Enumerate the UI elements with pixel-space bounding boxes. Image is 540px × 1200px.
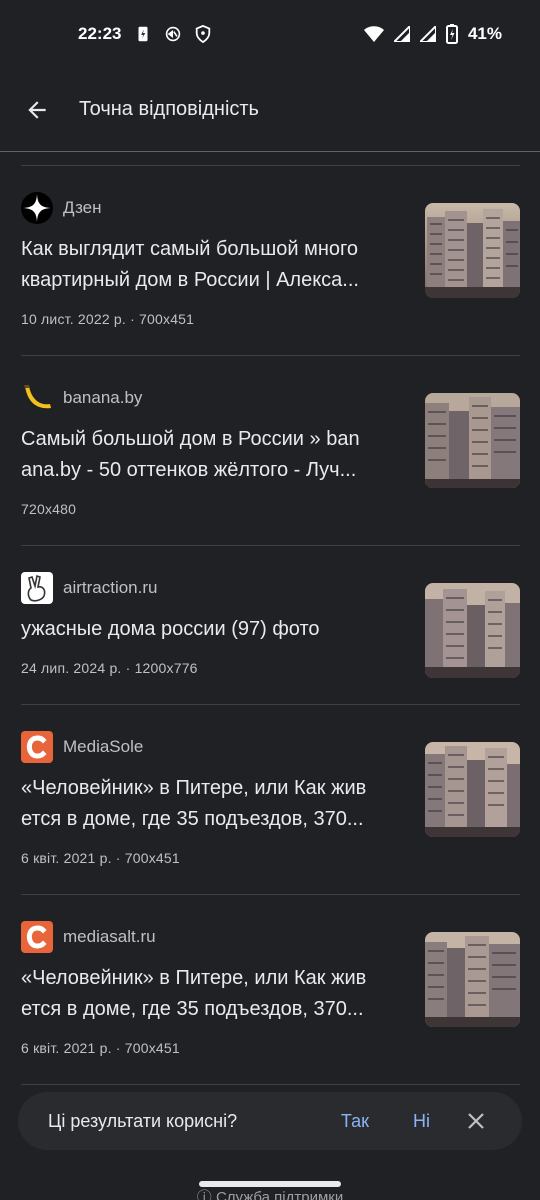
banana-icon xyxy=(21,382,53,414)
result-title[interactable]: ужасные дома россии (97) фото xyxy=(21,614,406,645)
close-button[interactable] xyxy=(464,1109,488,1133)
result-source: Дзен xyxy=(21,192,102,224)
result-meta: 10 лист. 2022 р. · 700x451 xyxy=(21,311,195,327)
building-photo xyxy=(425,203,520,298)
result-source: banana.by xyxy=(21,382,142,414)
result-item[interactable]: MediaSole «Человейник» в Питере, или Как… xyxy=(21,705,520,895)
signal-icon xyxy=(393,26,410,42)
source-name: mediasalt.ru xyxy=(63,927,156,946)
result-source: mediasalt.ru xyxy=(21,921,156,953)
title-line-2: ется в доме, где 35 подъездов, 370... xyxy=(21,998,364,1020)
result-item[interactable]: banana.by Самый большой дом в России » b… xyxy=(21,356,520,546)
result-source: MediaSole xyxy=(21,731,143,763)
building-photo xyxy=(425,742,520,837)
battery-percent: 41% xyxy=(467,24,502,43)
building-photo xyxy=(425,932,520,1027)
feedback-bar: Ці результати корисні? Так Ні xyxy=(18,1092,522,1150)
result-meta: 24 лип. 2024 р. · 1200x776 xyxy=(21,660,198,676)
result-item[interactable]: mediasalt.ru «Человейник» в Питере, или … xyxy=(21,895,520,1085)
status-time: 22:23 xyxy=(78,24,122,43)
app-bar: Точна відповідність xyxy=(0,68,540,152)
source-name: banana.by xyxy=(63,388,143,407)
feedback-no-button[interactable]: Ні xyxy=(413,1111,430,1132)
title-line-1: «Человейник» в Питере, или Как жив xyxy=(21,967,367,989)
result-title[interactable]: Самый большой дом в России » ban ana.by … xyxy=(21,424,406,486)
result-item[interactable]: Дзен Как выглядит самый большой много кв… xyxy=(21,166,520,356)
result-title[interactable]: «Человейник» в Питере, или Как жив ется … xyxy=(21,963,406,1025)
help-icon: ⓘ xyxy=(196,1189,212,1200)
battery-saver-icon xyxy=(138,26,148,42)
results-list: Дзен Как выглядит самый большой много кв… xyxy=(21,165,520,1085)
title-line-1: «Человейник» в Питере, или Как жив xyxy=(21,777,367,799)
title-line-2: ется в доме, где 35 подъездов, 370... xyxy=(21,808,364,830)
title-line-1: Самый большой дом в России » ban xyxy=(21,428,360,450)
result-thumbnail[interactable] xyxy=(425,583,520,678)
title-line-1: ужасные дома россии (97) фото xyxy=(21,618,320,640)
feedback-question: Ці результати корисні? xyxy=(48,1110,238,1131)
no-sound-icon xyxy=(166,26,181,42)
title-line-2: ana.by - 50 оттенков жёлтого - Луч... xyxy=(21,459,357,481)
building-photo xyxy=(425,393,520,488)
arrow-back-icon xyxy=(28,100,46,119)
wifi-icon xyxy=(363,26,384,42)
source-name: airtraction.ru xyxy=(63,578,158,597)
result-thumbnail[interactable] xyxy=(425,203,520,298)
result-meta: 720x480 xyxy=(21,501,77,517)
signal-2-icon xyxy=(419,26,436,42)
result-thumbnail[interactable] xyxy=(425,932,520,1027)
result-thumbnail[interactable] xyxy=(425,393,520,488)
back-button[interactable] xyxy=(13,86,61,134)
dzen-star-icon xyxy=(21,192,53,224)
result-thumbnail[interactable] xyxy=(425,742,520,837)
source-name: MediaSole xyxy=(63,737,144,756)
close-icon xyxy=(468,1113,484,1129)
help-link[interactable]: ⓘ Служба підтримки xyxy=(0,1186,540,1200)
letter-c-icon xyxy=(21,921,53,953)
home-indicator[interactable] xyxy=(199,1181,341,1187)
title-line-2: квартирный дом в России | Алекса... xyxy=(21,269,359,291)
result-source: airtraction.ru xyxy=(21,572,157,604)
help-label: Служба підтримки xyxy=(215,1189,344,1200)
source-name: Дзен xyxy=(63,198,102,217)
result-meta: 6 квіт. 2021 р. · 700x451 xyxy=(21,850,180,866)
title-line-1: Как выглядит самый большой много xyxy=(21,238,358,260)
building-photo xyxy=(425,583,520,678)
feedback-yes-button[interactable]: Так xyxy=(341,1111,369,1132)
result-meta: 6 квіт. 2021 р. · 700x451 xyxy=(21,1040,180,1056)
battery-icon xyxy=(445,24,458,44)
result-title[interactable]: Как выглядит самый большой много квартир… xyxy=(21,234,406,296)
letter-c-icon xyxy=(21,731,53,763)
status-bar: 22:23 41% xyxy=(0,0,540,68)
page-title: Точна відповідність xyxy=(79,98,259,120)
result-item[interactable]: airtraction.ru ужасные дома россии (97) … xyxy=(21,546,520,705)
result-title[interactable]: «Человейник» в Питере, или Как жив ется … xyxy=(21,773,406,835)
victory-hand-icon xyxy=(21,572,53,604)
shield-icon xyxy=(196,25,211,43)
